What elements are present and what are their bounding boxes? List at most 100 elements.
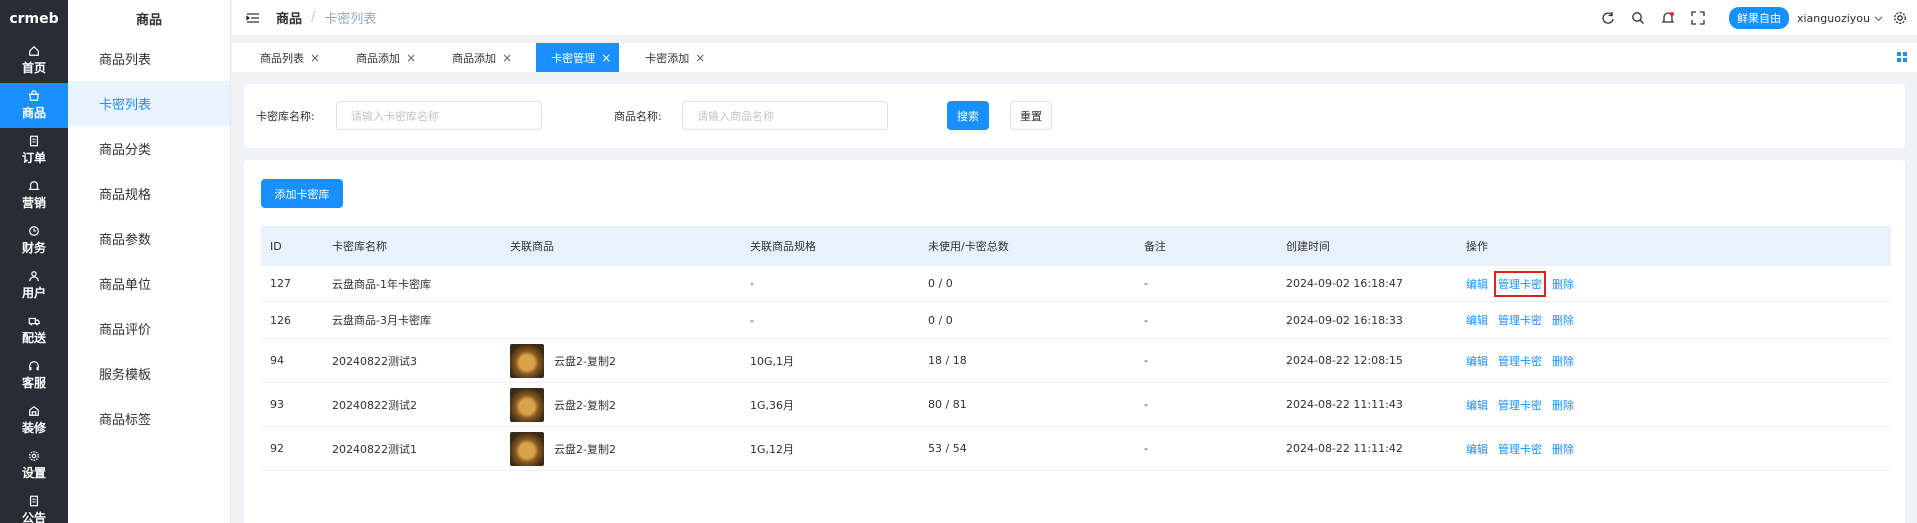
cell-library-name: 云盘商品-3月卡密库 [332, 314, 431, 327]
submenu-item[interactable]: 商品单位 [68, 261, 230, 306]
close-icon[interactable]: × [502, 51, 512, 65]
product-name-input[interactable]: 请输入商品名称 [682, 101, 888, 130]
manage-cards-link[interactable]: 管理卡密 [1494, 270, 1546, 297]
delete-link[interactable]: 删除 [1552, 353, 1574, 369]
add-card-library-button[interactable]: 添加卡密库 [261, 179, 343, 208]
cell-created-time: 2024-09-02 16:18:33 [1286, 313, 1403, 327]
submenu-item[interactable]: 卡密列表 [68, 81, 230, 126]
rail-item-label: 公告 [21, 511, 46, 523]
gear-icon [29, 451, 39, 461]
column-header: 创建时间 [1286, 240, 1330, 253]
menu-fold-icon[interactable] [246, 11, 260, 25]
secondary-menu: 商品 商品列表 卡密列表 商品分类 商品规格 商品参数 商品单位 商品评价 服务模板 商品标签 [68, 0, 231, 523]
rail-item-label: 营销 [21, 196, 46, 210]
library-name-input[interactable]: 请输入卡密库名称 [336, 101, 542, 130]
table-panel: 添加卡密库 ID 卡密库名称 关联商品 关联商品规格 未使用/卡密总数 备注 创建时间 操作 … [244, 160, 1905, 523]
rail-item[interactable]: 订单 [0, 128, 68, 173]
product-thumbnail[interactable] [510, 431, 544, 466]
close-icon[interactable]: × [695, 51, 705, 65]
rail-item-label: 首页 [21, 61, 46, 75]
gear-icon[interactable] [1893, 11, 1907, 25]
library-name-placeholder: 请输入卡密库名称 [351, 109, 439, 123]
chevron-down-icon[interactable] [1874, 14, 1883, 23]
cell-product: 云盘2-复制2 [510, 339, 616, 382]
cell-count: 53 / 54 [928, 442, 967, 455]
edit-link[interactable]: 编辑 [1466, 397, 1488, 413]
column-header: 操作 [1466, 240, 1488, 253]
manage-cards-link[interactable]: 管理卡密 [1498, 353, 1542, 369]
tab[interactable]: 商品列表 × [232, 43, 330, 72]
manage-cards-link[interactable]: 管理卡密 [1498, 312, 1542, 328]
cell-product: 云盘2-复制2 [510, 427, 616, 470]
product-name-placeholder: 请输入商品名称 [697, 109, 774, 123]
submenu-item[interactable]: 商品评价 [68, 306, 230, 351]
submenu-item[interactable]: 商品规格 [68, 171, 230, 216]
tab-label: 商品添加 [356, 51, 401, 65]
edit-link[interactable]: 编辑 [1466, 441, 1488, 457]
cell-created-time: 2024-09-02 16:18:47 [1286, 277, 1403, 290]
refresh-icon[interactable] [1601, 11, 1615, 25]
cell-library-name: 20240822测试1 [332, 442, 417, 456]
rail-item[interactable]: 装修 [0, 398, 68, 443]
cell-spec: 10G,1月 [750, 354, 795, 368]
notification-bell-icon[interactable] [1661, 11, 1675, 25]
rail-item[interactable]: 首页 [0, 38, 68, 83]
tab[interactable]: 商品添加 × [426, 43, 522, 72]
cell-count: 0 / 0 [928, 313, 953, 327]
tab[interactable]: 商品添加 × [330, 43, 426, 72]
cell-spec: - [750, 313, 754, 327]
username[interactable]: xianguoziyou [1797, 12, 1870, 25]
bell-icon [28, 181, 40, 191]
cell-count: 0 / 0 [928, 277, 953, 290]
close-icon[interactable]: × [406, 51, 416, 65]
cell-product: 云盘2-复制2 [510, 383, 616, 426]
product-thumbnail[interactable] [510, 387, 544, 422]
rail-item[interactable]: 商品 [0, 83, 68, 128]
edit-link[interactable]: 编辑 [1466, 353, 1488, 369]
submenu-item[interactable]: 服务模板 [68, 351, 230, 396]
manage-cards-link[interactable]: 管理卡密 [1498, 441, 1542, 457]
delete-link[interactable]: 删除 [1552, 397, 1574, 413]
edit-link[interactable]: 编辑 [1466, 276, 1488, 292]
table-row: 126 云盘商品-3月卡密库 - 0 / 0 - 2024-09-02 16:18:33 编… [261, 302, 1891, 339]
submenu-item[interactable]: 商品列表 [68, 36, 230, 81]
product-thumbnail[interactable] [510, 343, 544, 378]
rail-item[interactable]: 设置 [0, 443, 68, 488]
submenu-item[interactable]: 商品分类 [68, 126, 230, 171]
rail-item-label: 客服 [21, 376, 46, 390]
column-header: 未使用/卡密总数 [928, 240, 1009, 253]
rail-item[interactable]: 公告 [0, 488, 68, 523]
tabs-bar: 商品列表 × 商品添加 × 商品添加 × 卡密管理 × 卡密添加 × [232, 43, 1917, 72]
manage-cards-link[interactable]: 管理卡密 [1498, 397, 1542, 413]
search-button[interactable]: 搜索 [947, 101, 989, 130]
rail-item[interactable]: 配送 [0, 308, 68, 353]
delete-link[interactable]: 删除 [1552, 312, 1574, 328]
grid-icon[interactable] [1897, 52, 1907, 62]
close-icon[interactable]: × [601, 51, 611, 65]
edit-link[interactable]: 编辑 [1466, 312, 1488, 328]
tab[interactable]: 卡密添加 × [619, 43, 715, 72]
fullscreen-icon[interactable] [1691, 11, 1705, 25]
bag-icon [29, 90, 39, 101]
breadcrumb-root[interactable]: 商品 [276, 8, 302, 27]
cell-id: 92 [270, 442, 284, 455]
rail-item[interactable]: 财务 [0, 218, 68, 263]
shop-badge[interactable]: 鲜果自由 [1728, 7, 1789, 29]
delete-link[interactable]: 删除 [1552, 441, 1574, 457]
close-icon[interactable]: × [310, 51, 320, 65]
submenu-item[interactable]: 商品标签 [68, 396, 230, 441]
column-header: 备注 [1144, 240, 1166, 253]
cell-note: - [1144, 313, 1148, 327]
search-icon[interactable] [1631, 11, 1645, 25]
rail-item[interactable]: 营销 [0, 173, 68, 218]
reset-button[interactable]: 重置 [1010, 101, 1052, 130]
delete-link[interactable]: 删除 [1552, 276, 1574, 292]
breadcrumb-current: 卡密列表 [324, 12, 377, 27]
tab[interactable]: 卡密管理 × [536, 43, 620, 72]
cell-spec: 1G,12月 [750, 442, 795, 456]
rail-item[interactable]: 客服 [0, 353, 68, 398]
submenu-item[interactable]: 商品参数 [68, 216, 230, 261]
tab-label: 卡密添加 [645, 51, 690, 65]
cell-count: 18 / 18 [928, 354, 967, 367]
rail-item[interactable]: 用户 [0, 263, 68, 308]
